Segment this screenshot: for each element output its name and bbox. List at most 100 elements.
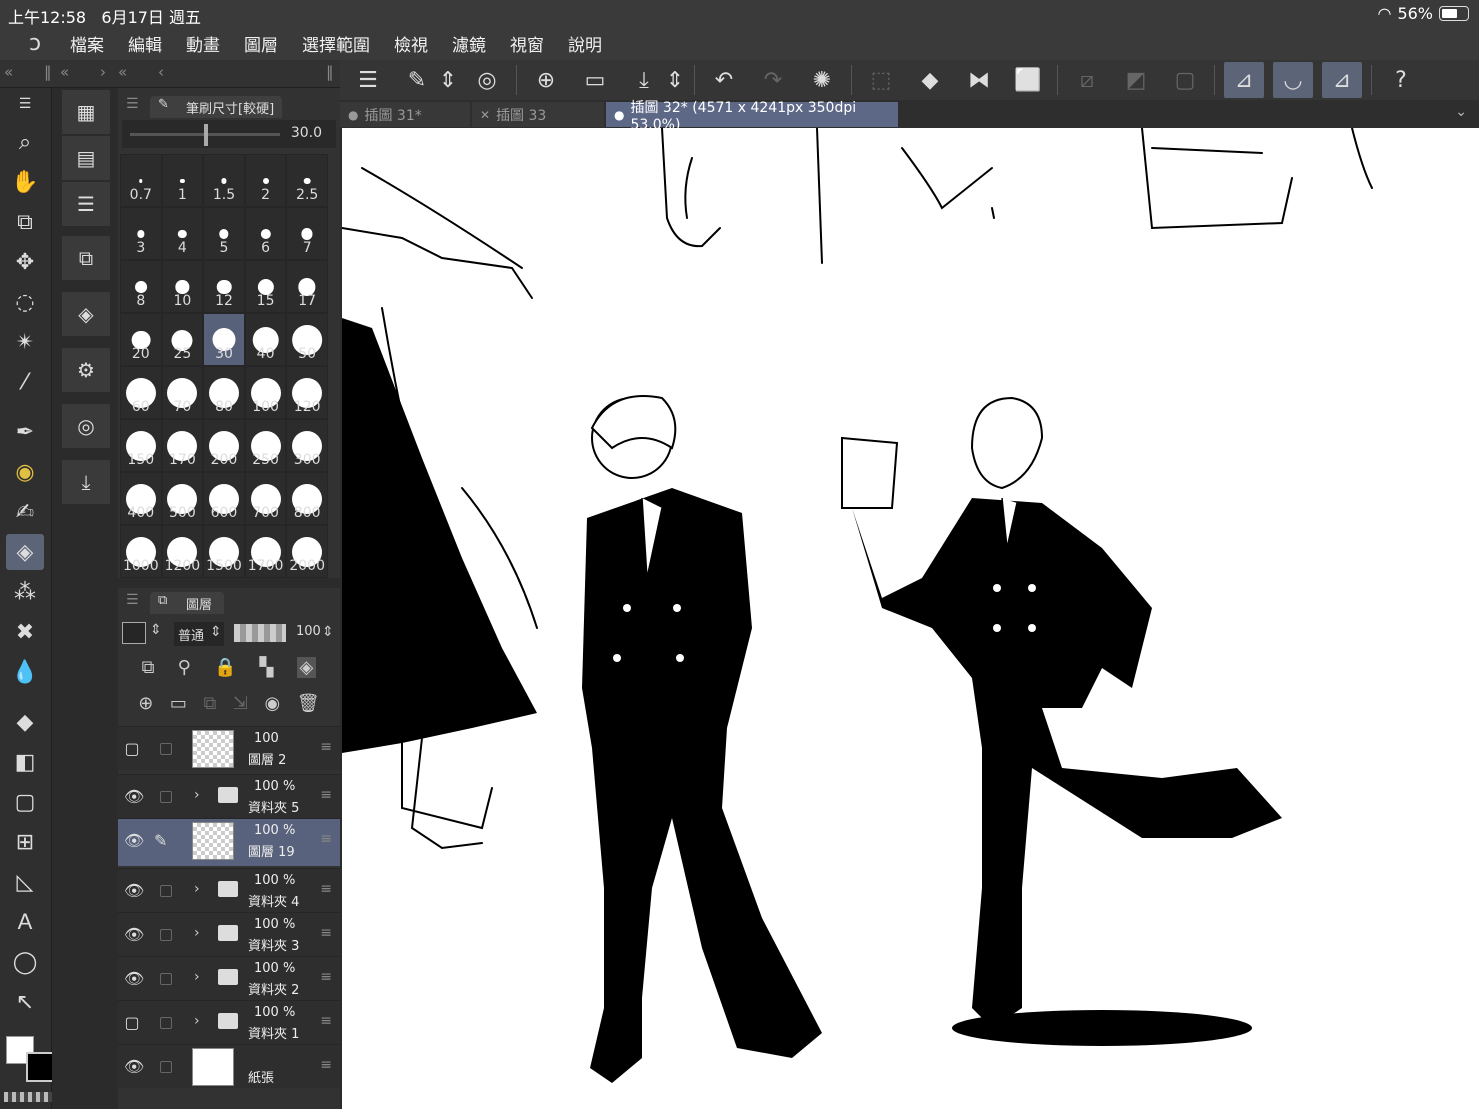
panel-menu-icon[interactable]: ☰ [126, 96, 139, 112]
brush-size-slider[interactable]: 30.0 [122, 120, 336, 148]
chevron-right-icon[interactable]: › [194, 1013, 200, 1029]
delete-layer-icon[interactable]: 🗑 [297, 693, 320, 714]
magic-wand-icon[interactable]: ✴ [6, 324, 44, 360]
chevron-down-icon[interactable]: ⌄ [1455, 104, 1467, 120]
brush-size-option[interactable]: 7 [286, 207, 328, 260]
help-icon[interactable]: ? [1381, 62, 1421, 98]
tab-illustration-33[interactable]: ✕ 插圖 33 [472, 102, 604, 127]
brush-size-option[interactable]: 170 [161, 419, 204, 472]
open-folder-icon[interactable]: ▭ [575, 62, 615, 98]
close-icon[interactable]: ✕ [480, 108, 490, 122]
eye-icon[interactable]: 👁 [124, 1057, 144, 1076]
eye-icon[interactable]: 👁 [124, 831, 144, 850]
brush-size-option[interactable]: 2 [244, 154, 287, 207]
menu-window[interactable]: 視窗 [510, 31, 544, 56]
mask-toggle-icon[interactable]: ◈ [296, 656, 317, 678]
dock-handle-icon[interactable]: ‖ [44, 63, 52, 81]
layer-row[interactable]: 👁 › 100 % 資料夾 3 ≡ [118, 912, 340, 956]
layer-check[interactable] [160, 885, 172, 897]
brush-size-option[interactable]: 70 [161, 366, 204, 419]
eyedropper-icon[interactable]: ⁄ [6, 364, 44, 400]
list-icon[interactable]: ☰ [62, 182, 110, 226]
eraser-gear-icon[interactable]: ⚙ [62, 348, 110, 392]
eye-icon[interactable]: 👁 [124, 787, 144, 806]
brush-size-option[interactable]: 400 [120, 472, 162, 525]
layer-row[interactable]: ▢ 100 圖層 2 ≡ [118, 726, 340, 770]
pen-icon[interactable]: ✒ [6, 414, 44, 450]
layer-check[interactable] [160, 791, 172, 803]
layer-check[interactable] [160, 1061, 172, 1073]
menu-selection[interactable]: 選擇範圍 [302, 31, 370, 56]
drag-handle-icon[interactable]: ≡ [320, 881, 332, 897]
rectangle-icon[interactable]: ▢ [6, 784, 44, 820]
text-icon[interactable]: A [6, 904, 44, 940]
new-folder-icon[interactable]: ▭ [170, 693, 187, 714]
brush-size-option[interactable]: 3 [120, 207, 162, 260]
collapse-left-icon-3[interactable]: « [118, 63, 127, 81]
new-layer-icon[interactable]: ⊕ [138, 693, 153, 714]
updown-arrow-icon-4[interactable]: ⇕ [210, 624, 222, 640]
brush-size-option[interactable]: 1700 [244, 525, 287, 578]
layer-check[interactable] [160, 973, 172, 985]
eraser-icon[interactable]: ◈ [6, 534, 44, 570]
brush-size-value[interactable]: 30.0 [291, 125, 322, 141]
brush-size-option[interactable]: 60 [120, 366, 162, 419]
brush-size-option[interactable]: 80 [203, 366, 245, 419]
brush-size-option[interactable]: 30 [203, 313, 245, 366]
transparent-color[interactable] [4, 1092, 56, 1102]
brush-size-option[interactable]: 12 [203, 260, 245, 313]
layer-check[interactable] [160, 929, 172, 941]
drag-handle-icon[interactable]: ≡ [320, 739, 332, 755]
brush-size-option[interactable]: 100 [244, 366, 287, 419]
water-icon[interactable]: 💧 [6, 654, 44, 690]
brush-size-option[interactable]: 500 [161, 472, 204, 525]
eye-icon[interactable]: 👁 [124, 969, 144, 988]
drag-handle-icon[interactable]: ≡ [320, 1013, 332, 1029]
eye-icon[interactable]: 👁 [124, 925, 144, 944]
drawing-canvas[interactable] [342, 128, 1479, 1109]
snap-ruler-icon[interactable]: ⊿ [1224, 62, 1264, 98]
hamburger-menu-icon[interactable]: ☰ [348, 62, 388, 98]
layer-row[interactable]: 👁 › 100 % 資料夾 5 ≡ [118, 774, 340, 818]
merge-down-icon[interactable]: ⇲ [233, 693, 248, 714]
chevron-right-icon[interactable]: › [194, 925, 200, 941]
selection-border-icon[interactable]: ▢ [1165, 62, 1205, 98]
import-icon[interactable]: ⤓ [62, 460, 110, 504]
menu-file[interactable]: 檔案 [70, 31, 104, 56]
drag-handle-icon[interactable]: ≡ [320, 1057, 332, 1073]
zoom-icon[interactable]: ⌕ [6, 124, 44, 160]
lock-transparent-icon[interactable]: ▚ [260, 657, 274, 678]
tab-illustration-31[interactable]: ● 插圖 31* [340, 102, 470, 127]
chevron-right-icon[interactable]: › [194, 881, 200, 897]
lasso-icon[interactable]: ◌ [6, 284, 44, 320]
brush-size-option[interactable]: 700 [244, 472, 287, 525]
layer-move-icon[interactable]: ⧉ [6, 204, 44, 240]
dock-handle-icon-2[interactable]: ‖ [326, 63, 334, 81]
copy-layer-icon[interactable]: ⧉ [203, 693, 216, 714]
brush-size-option[interactable]: 15 [244, 260, 287, 313]
menu-layer[interactable]: 圖層 [244, 31, 278, 56]
brush-size-option[interactable]: 1000 [120, 525, 162, 578]
visibility-off-checkbox[interactable]: ▢ [124, 1013, 140, 1032]
reference-icon[interactable]: ⚲ [178, 657, 191, 678]
brush-size-option[interactable]: 6 [244, 207, 287, 260]
drag-handle-icon[interactable]: ≡ [320, 787, 332, 803]
decoration-icon[interactable]: ◉ [6, 454, 44, 490]
chevron-right-icon[interactable]: › [194, 969, 200, 985]
layer-check[interactable] [160, 743, 172, 755]
snap-grid-icon[interactable]: ⊿ [1322, 62, 1362, 98]
chevron-left-icon[interactable]: ‹ [158, 63, 164, 81]
undo-icon[interactable]: ↶ [704, 62, 744, 98]
clear-icon[interactable]: ⬚ [861, 62, 901, 98]
brush-size-option[interactable]: 600 [203, 472, 245, 525]
eye-icon[interactable]: 👁 [124, 881, 144, 900]
brush-size-option[interactable]: 300 [286, 419, 328, 472]
eraser-settings-icon[interactable]: ◈ [62, 292, 110, 336]
clip-icon[interactable]: ⧉ [142, 657, 155, 678]
fill-icon[interactable]: ◆ [6, 704, 44, 740]
visibility-off-checkbox[interactable]: ▢ [124, 739, 140, 758]
brush-size-option[interactable]: 1500 [203, 525, 245, 578]
lock-icon[interactable]: 🔒 [214, 657, 236, 678]
invert-selection-icon[interactable]: ◩ [1116, 62, 1156, 98]
slider-knob[interactable] [204, 124, 208, 146]
